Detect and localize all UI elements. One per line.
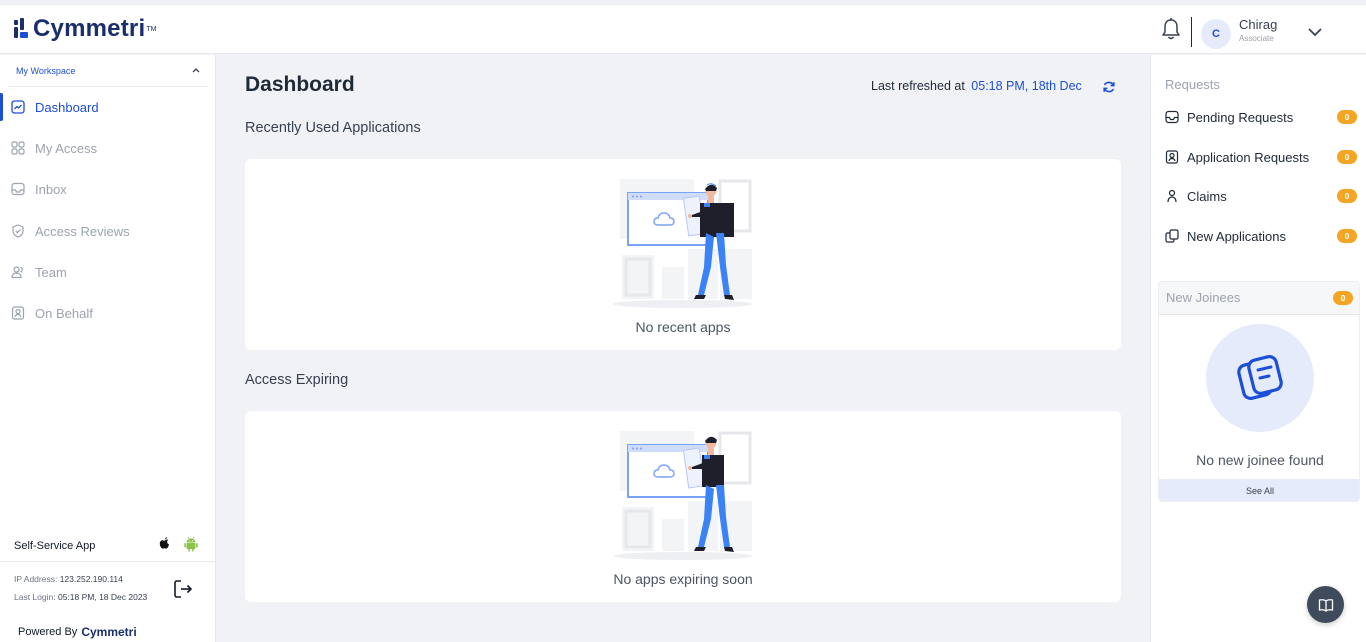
last-refreshed: Last refreshed at 05:18 PM, 18th Dec <box>871 79 1082 93</box>
right-panel: Requests Pending Requests 0 Application … <box>1150 55 1366 642</box>
empty-state-illustration-icon <box>613 431 753 560</box>
last-refreshed-time: 05:18 PM, 18th Dec <box>971 79 1082 93</box>
last-login-label: Last Login: <box>14 592 56 602</box>
self-service-app-label: Self-Service App <box>14 540 96 552</box>
chevron-down-icon[interactable] <box>1307 26 1323 38</box>
see-all-button[interactable]: See All <box>1159 479 1359 501</box>
section-title-recent-apps: Recently Used Applications <box>245 120 421 136</box>
request-item-label: Application Requests <box>1187 149 1310 165</box>
count-badge: 0 <box>1333 291 1353 305</box>
new-joinees-empty-text: No new joinee found <box>1196 452 1324 468</box>
sidebar-item-my-access[interactable]: My Access <box>0 132 216 164</box>
request-item-application[interactable]: Application Requests 0 <box>1165 146 1357 168</box>
sidebar-item-label: Inbox <box>35 181 67 197</box>
help-button[interactable] <box>1307 586 1344 623</box>
sidebar-item-dashboard[interactable]: Dashboard <box>0 91 216 123</box>
new-joinees-title: New Joinees <box>1166 290 1241 305</box>
shield-check-icon <box>12 224 24 238</box>
user-role: Associate <box>1239 34 1274 43</box>
recent-apps-card: No recent apps <box>245 159 1121 350</box>
application-requests-icon <box>1165 150 1179 164</box>
empty-state-text: No recent apps <box>635 319 731 335</box>
claims-icon <box>1167 189 1177 203</box>
apple-icon[interactable] <box>158 536 172 552</box>
logout-icon[interactable] <box>172 578 194 600</box>
dashboard-icon <box>11 100 25 114</box>
sidebar: My Workspace Dashboard My Access Inbox A… <box>0 55 216 642</box>
sidebar-item-label: Team <box>35 264 67 280</box>
count-badge: 0 <box>1337 189 1357 203</box>
new-joinees-card: New Joinees 0 No new joinee found See Al… <box>1158 281 1360 502</box>
workspace-label[interactable]: My Workspace <box>16 66 75 76</box>
divider <box>8 86 208 87</box>
book-icon <box>1318 598 1333 612</box>
powered-by: Powered By Cymmetri <box>18 625 137 639</box>
chevron-up-icon[interactable] <box>192 67 200 73</box>
new-joinees-header: New Joinees 0 <box>1159 282 1359 315</box>
request-item-label: Pending Requests <box>1187 109 1294 125</box>
count-badge: 0 <box>1337 110 1357 124</box>
sidebar-item-label: Access Reviews <box>35 223 130 239</box>
count-badge: 0 <box>1337 150 1357 164</box>
team-icon <box>11 266 23 279</box>
bell-icon[interactable] <box>1160 17 1182 41</box>
sidebar-item-inbox[interactable]: Inbox <box>0 173 216 205</box>
ip-address: IP Address: 123.252.190.114 <box>14 574 123 584</box>
request-item-new-applications[interactable]: New Applications 0 <box>1165 225 1357 247</box>
cymmetri-logo[interactable]: Cymmetri TM <box>14 15 156 43</box>
documents-icon <box>1237 355 1283 400</box>
requests-title: Requests <box>1165 77 1220 92</box>
user-name: Chirag <box>1239 17 1278 32</box>
count-badge: 0 <box>1337 229 1357 243</box>
request-item-claims[interactable]: Claims 0 <box>1165 185 1357 207</box>
brand-trademark: TM <box>146 25 157 33</box>
cymmetri-logo-mark-icon <box>14 18 30 40</box>
sidebar-item-label: Dashboard <box>35 99 99 115</box>
sidebar-item-on-behalf[interactable]: On Behalf <box>0 297 216 329</box>
avatar[interactable]: C <box>1201 19 1231 49</box>
pending-requests-icon <box>1165 110 1179 124</box>
ip-address-label: IP Address: <box>14 574 58 584</box>
sidebar-item-label: My Access <box>35 140 98 156</box>
last-login: Last Login: 05:18 PM, 18 Dec 2023 <box>14 592 147 602</box>
on-behalf-icon <box>11 306 25 320</box>
top-bar: Cymmetri TM C Chirag Associate <box>0 4 1366 54</box>
inbox-icon <box>11 182 25 196</box>
powered-by-label: Powered By <box>18 626 78 638</box>
grid-icon <box>11 141 25 155</box>
sidebar-item-team[interactable]: Team <box>0 256 216 288</box>
ip-address-value: 123.252.190.114 <box>59 574 123 584</box>
brand-name: Cymmetri <box>33 15 146 42</box>
request-item-label: New Applications <box>1187 228 1286 244</box>
header-divider <box>1191 17 1192 47</box>
divider <box>0 561 216 562</box>
refresh-icon[interactable] <box>1102 80 1116 94</box>
last-login-value: 05:18 PM, 18 Dec 2023 <box>57 592 148 602</box>
access-expiring-card: No apps expiring soon <box>245 411 1121 602</box>
sidebar-item-label: On Behalf <box>35 305 93 321</box>
last-refreshed-label: Last refreshed at <box>871 79 965 93</box>
request-item-label: Claims <box>1187 188 1227 204</box>
empty-state-text: No apps expiring soon <box>613 571 753 587</box>
sidebar-item-access-reviews[interactable]: Access Reviews <box>0 215 216 247</box>
new-applications-icon <box>1165 229 1179 243</box>
powered-by-logo: Cymmetri <box>81 625 137 639</box>
empty-state-illustration-icon <box>613 179 753 308</box>
android-icon[interactable] <box>183 536 199 552</box>
section-title-access-expiring: Access Expiring <box>245 372 349 388</box>
request-item-pending[interactable]: Pending Requests 0 <box>1165 106 1357 128</box>
page-title: Dashboard <box>245 73 355 96</box>
